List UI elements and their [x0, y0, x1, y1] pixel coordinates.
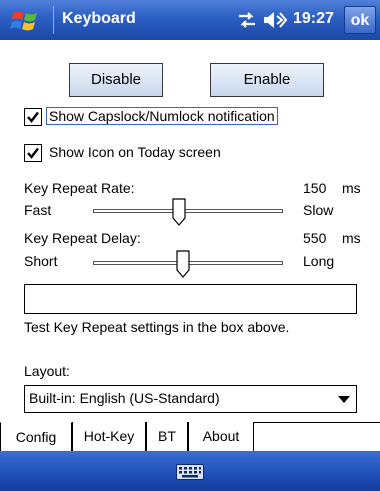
checkmark-icon	[27, 111, 39, 123]
connectivity-icon[interactable]	[236, 9, 258, 31]
repeat-delay-slider[interactable]	[93, 250, 283, 278]
test-hint: Test Key Repeat settings in the box abov…	[24, 319, 290, 335]
layout-select[interactable]: Built-in: English (US-Standard)	[24, 385, 357, 413]
repeat-delay-min-label: Short	[24, 253, 58, 269]
repeat-delay-label: Key Repeat Delay:	[24, 230, 141, 246]
tab-config[interactable]: Config	[0, 422, 72, 452]
test-repeat-input[interactable]	[24, 284, 357, 314]
repeat-delay-value: 550	[303, 230, 327, 246]
capslock-checkbox[interactable]	[24, 108, 42, 126]
enable-button[interactable]: Enable	[210, 63, 324, 97]
volume-icon[interactable]	[262, 9, 288, 31]
today-icon-checkbox[interactable]	[24, 144, 42, 162]
layout-label: Layout:	[24, 363, 70, 379]
keyboard-icon[interactable]	[176, 464, 204, 480]
title-bar: Keyboard 19:27 ok	[0, 0, 380, 40]
ok-button[interactable]: ok	[344, 6, 376, 34]
checkmark-icon	[27, 147, 39, 159]
repeat-rate-value: 150	[303, 180, 327, 196]
tab-hot-key[interactable]: Hot-Key	[72, 422, 146, 452]
capslock-label: Show Capslock/Numlock notification	[46, 107, 278, 125]
tab-bt[interactable]: BT	[146, 422, 188, 452]
clock[interactable]: 19:27	[293, 10, 334, 28]
disable-button[interactable]: Disable	[69, 63, 163, 97]
keyboard-settings-screen: Keyboard 19:27 ok Disable Enable Show Ca…	[0, 0, 380, 491]
tab-strip: Config Hot-Key BT About	[0, 422, 380, 453]
repeat-delay-unit: ms	[342, 230, 361, 246]
repeat-rate-slider[interactable]	[93, 198, 283, 226]
repeat-rate-label: Key Repeat Rate:	[24, 180, 135, 196]
dropdown-arrow-icon[interactable]	[338, 396, 350, 404]
tab-about[interactable]: About	[188, 422, 254, 452]
slider-thumb[interactable]	[172, 198, 186, 226]
app-title: Keyboard	[62, 10, 136, 27]
slider-track	[93, 209, 283, 213]
layout-selected-value: Built-in: English (US-Standard)	[29, 390, 220, 406]
slider-thumb[interactable]	[176, 250, 190, 278]
repeat-rate-min-label: Fast	[24, 202, 52, 218]
start-button[interactable]	[0, 0, 52, 40]
menu-bar	[0, 451, 380, 491]
repeat-rate-unit: ms	[342, 180, 361, 196]
today-icon-label: Show Icon on Today screen	[49, 144, 221, 160]
windows-start-icon	[10, 11, 37, 31]
repeat-rate-max-label: Slow	[303, 202, 334, 218]
repeat-delay-max-label: Long	[303, 253, 335, 269]
title-separator	[53, 6, 54, 34]
